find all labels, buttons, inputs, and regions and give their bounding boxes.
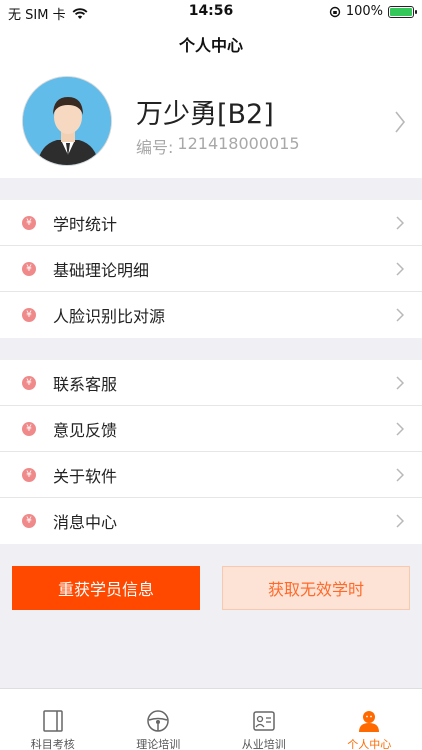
menu-item-about[interactable]: ¥ 关于软件 bbox=[0, 452, 422, 498]
profile-card[interactable]: 万少勇[B2] 编号: 121418000015 bbox=[0, 66, 422, 178]
nav-bar: 个人中心 bbox=[0, 22, 422, 66]
page-title: 个人中心 bbox=[178, 36, 243, 55]
chevron-right-icon bbox=[396, 514, 404, 528]
chevron-right-icon bbox=[396, 216, 404, 230]
battery-fill bbox=[390, 7, 412, 16]
menu-item-messages[interactable]: ¥ 消息中心 bbox=[0, 498, 422, 544]
menu-item-label: 消息中心 bbox=[53, 513, 118, 532]
tab-subject-exam[interactable]: 科目考核 bbox=[0, 689, 106, 750]
menu-group-stats: ¥ 学时统计 ¥ 基础理论明细 ¥ 人脸识别比对源 bbox=[0, 200, 422, 338]
menu-group-support: ¥ 联系客服 ¥ 意见反馈 ¥ 关于软件 ¥ 消息中心 bbox=[0, 360, 422, 544]
refetch-student-info-button[interactable]: 重获学员信息 bbox=[12, 566, 200, 610]
tab-bar: 科目考核 理论培训 从业培训 个人中心 bbox=[0, 688, 422, 750]
menu-item-label: 人脸识别比对源 bbox=[53, 307, 166, 326]
yen-icon: ¥ bbox=[22, 261, 36, 276]
menu-item-label: 基础理论明细 bbox=[53, 260, 150, 280]
battery-percent: 100% bbox=[345, 4, 383, 19]
chevron-right-icon bbox=[396, 262, 404, 276]
menu-item-label: 联系客服 bbox=[53, 374, 118, 394]
menu-item-feedback[interactable]: ¥ 意见反馈 bbox=[0, 406, 422, 452]
chevron-right-icon bbox=[396, 376, 404, 390]
menu-item-study-hours[interactable]: ¥ 学时统计 bbox=[0, 200, 422, 246]
yen-icon: ¥ bbox=[22, 467, 36, 482]
user-name: 万少勇[B2] bbox=[136, 99, 274, 130]
lock-rotation-icon bbox=[329, 6, 341, 17]
chevron-right-icon bbox=[396, 468, 404, 482]
steering-wheel-icon bbox=[147, 710, 169, 732]
id-card-icon bbox=[253, 711, 275, 731]
person-icon bbox=[359, 711, 380, 732]
yen-icon: ¥ bbox=[22, 215, 36, 230]
tab-theory-training[interactable]: 理论培训 bbox=[106, 689, 212, 750]
user-id-value: 121418000015 bbox=[177, 134, 300, 153]
menu-item-face-source[interactable]: ¥ 人脸识别比对源 bbox=[0, 292, 422, 338]
chevron-right-icon bbox=[395, 111, 406, 133]
tab-label: 科目考核 bbox=[30, 738, 75, 750]
yen-icon: ¥ bbox=[22, 375, 36, 390]
avatar bbox=[22, 76, 112, 166]
menu-item-label: 学时统计 bbox=[53, 214, 118, 234]
book-icon bbox=[43, 710, 63, 732]
yen-icon: ¥ bbox=[22, 421, 36, 436]
status-bar: 无 SIM 卡 14:56 100% bbox=[0, 0, 422, 23]
tab-professional-training[interactable]: 从业培训 bbox=[211, 689, 317, 750]
chevron-right-icon bbox=[396, 308, 404, 322]
tab-label: 个人中心 bbox=[347, 738, 392, 750]
tab-label: 从业培训 bbox=[241, 738, 286, 750]
yen-icon: ¥ bbox=[22, 308, 36, 322]
menu-item-customer-service[interactable]: ¥ 联系客服 bbox=[0, 360, 422, 406]
get-invalid-hours-button[interactable]: 获取无效学时 bbox=[222, 566, 410, 610]
chevron-right-icon bbox=[396, 422, 404, 436]
user-id-row: 编号: 121418000015 bbox=[136, 134, 300, 158]
tab-label: 理论培训 bbox=[136, 738, 181, 750]
menu-item-theory-detail[interactable]: ¥ 基础理论明细 bbox=[0, 246, 422, 292]
status-right: 100% bbox=[329, 4, 417, 19]
menu-item-label: 关于软件 bbox=[53, 466, 118, 486]
user-id-label: 编号: bbox=[136, 138, 174, 157]
yen-icon: ¥ bbox=[22, 514, 36, 528]
tab-personal-center[interactable]: 个人中心 bbox=[317, 689, 422, 750]
menu-item-label: 意见反馈 bbox=[53, 420, 118, 440]
battery-charging-icon bbox=[388, 5, 417, 18]
